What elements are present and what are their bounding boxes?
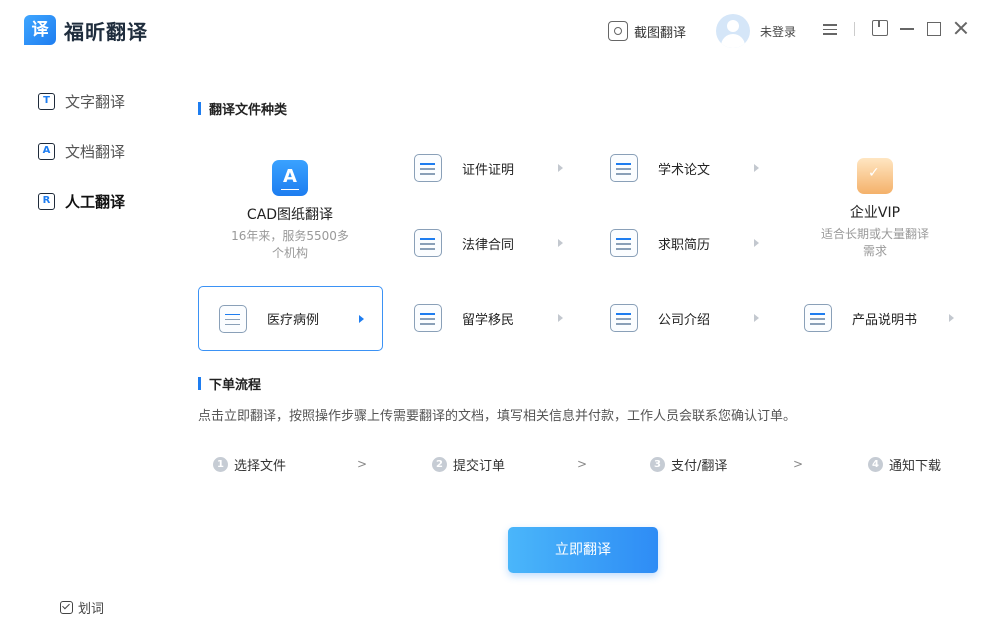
doc-type-label: 求职简历 [658, 237, 711, 253]
sidebar-item-human-translate[interactable]: R 人工翻译 [38, 187, 125, 215]
company-icon [610, 304, 638, 332]
cad-icon: A [272, 160, 308, 196]
process-title: 下单流程 [209, 378, 262, 393]
vip-desc-line2: 需求 [862, 244, 887, 258]
pin-icon[interactable] [872, 20, 888, 36]
arrow-right-icon [359, 314, 364, 323]
doc-type-label: 产品说明书 [852, 312, 918, 328]
doc-type-product-manual[interactable]: 产品说明书 [804, 294, 954, 342]
login-status[interactable]: 未登录 [760, 23, 796, 40]
process-step-1: 1 选择文件 [213, 455, 286, 474]
text-translate-icon: T [38, 92, 55, 110]
sidebar-item-doc-translate[interactable]: A 文档翻译 [38, 137, 125, 165]
arrow-right-icon [754, 239, 759, 247]
cad-desc-line1: 16年来，服务5500多 [231, 229, 349, 243]
doc-type-label: 公司介绍 [658, 312, 711, 328]
manual-icon [804, 304, 832, 332]
vip-desc-line1: 适合长期或大量翻译 [820, 227, 929, 241]
doc-type-academic-paper[interactable]: 学术论文 [610, 144, 770, 192]
heading-bar [198, 377, 201, 390]
certificate-icon [414, 154, 442, 182]
step-separator: > [357, 457, 368, 471]
step-number: 3 [650, 457, 665, 472]
process-heading: 下单流程 [198, 374, 261, 393]
doc-type-resume[interactable]: 求职简历 [610, 219, 770, 267]
vip-title: 企业VIP [849, 205, 901, 221]
medical-icon [219, 304, 247, 333]
vip-crown-icon [857, 158, 893, 194]
minimize-icon[interactable] [899, 20, 915, 36]
file-types-heading: 翻译文件种类 [198, 99, 287, 118]
doc-type-label: 学术论文 [658, 162, 711, 178]
cad-desc-line2: 个机构 [271, 246, 308, 260]
title-bar: 译 福昕翻译 截图翻译 未登录 [0, 0, 986, 60]
arrow-right-icon [949, 314, 954, 322]
step-label: 提交订单 [453, 459, 506, 474]
avatar-body [721, 34, 745, 48]
sidebar: T 文字翻译 A 文档翻译 R 人工翻译 [0, 60, 180, 622]
doc-type-company-intro[interactable]: 公司介绍 [610, 294, 770, 342]
arrow-right-icon [558, 239, 563, 247]
human-translate-icon: R [38, 192, 55, 210]
arrow-right-icon [754, 314, 759, 322]
word-select-toggle[interactable]: 划词 [60, 598, 104, 617]
doc-type-label: 证件证明 [462, 162, 515, 178]
translate-now-button[interactable]: 立即翻译 [508, 527, 658, 573]
process-description: 点击立即翻译，按照操作步骤上传需要翻译的文档，填写相关信息并付款，工作人员会联系… [198, 409, 797, 424]
step-number: 4 [868, 457, 883, 472]
step-number: 1 [213, 457, 228, 472]
globe-icon [414, 304, 442, 332]
title-separator [854, 22, 855, 36]
word-select-label: 划词 [78, 602, 105, 617]
arrow-right-icon [754, 164, 759, 172]
doc-type-legal-contract[interactable]: 法律合同 [414, 219, 574, 267]
avatar-head [727, 20, 739, 32]
screenshot-translate-label: 截图翻译 [634, 25, 687, 41]
app-name: 福昕翻译 [64, 20, 148, 44]
step-number: 2 [432, 457, 447, 472]
camera-icon [608, 21, 628, 41]
step-label: 选择文件 [234, 459, 287, 474]
heading-bar [198, 102, 201, 115]
resume-icon [610, 229, 638, 257]
menu-icon[interactable] [823, 22, 839, 38]
process-step-3: 3 支付/翻译 [650, 455, 727, 474]
file-types-title: 翻译文件种类 [209, 103, 288, 118]
arrow-right-icon [558, 314, 563, 322]
cad-translate-card[interactable]: A CAD图纸翻译 16年来，服务5500多 个机构 [220, 160, 360, 262]
sidebar-item-label: 文档翻译 [65, 142, 126, 161]
sidebar-item-text-translate[interactable]: T 文字翻译 [38, 87, 125, 115]
enterprise-vip-card[interactable]: 企业VIP 适合长期或大量翻译 需求 [805, 158, 945, 260]
doc-type-label: 医疗病例 [267, 313, 320, 328]
step-separator: > [793, 457, 804, 471]
cad-title: CAD图纸翻译 [246, 207, 334, 223]
user-avatar[interactable] [716, 14, 750, 48]
close-icon[interactable] [953, 20, 969, 36]
doc-type-immigration[interactable]: 留学移民 [414, 294, 574, 342]
step-label: 支付/翻译 [671, 459, 728, 474]
doc-type-label: 留学移民 [462, 312, 515, 328]
doc-type-medical-record[interactable]: 医疗病例 [198, 286, 383, 351]
sidebar-item-label: 人工翻译 [65, 192, 126, 211]
contract-icon [414, 229, 442, 257]
step-separator: > [577, 457, 588, 471]
maximize-icon[interactable] [927, 22, 941, 36]
step-label: 通知下载 [889, 459, 942, 474]
screenshot-translate-button[interactable]: 截图翻译 [608, 20, 686, 42]
doc-type-label: 法律合同 [462, 237, 515, 253]
doc-type-certificate[interactable]: 证件证明 [414, 144, 574, 192]
app-logo-icon: 译 [24, 15, 56, 45]
arrow-right-icon [558, 164, 563, 172]
checkbox-icon [60, 601, 73, 614]
process-step-2: 2 提交订单 [432, 455, 505, 474]
sidebar-item-label: 文字翻译 [65, 92, 126, 111]
process-step-4: 4 通知下载 [868, 455, 941, 474]
paper-icon [610, 154, 638, 182]
doc-translate-icon: A [38, 142, 55, 160]
